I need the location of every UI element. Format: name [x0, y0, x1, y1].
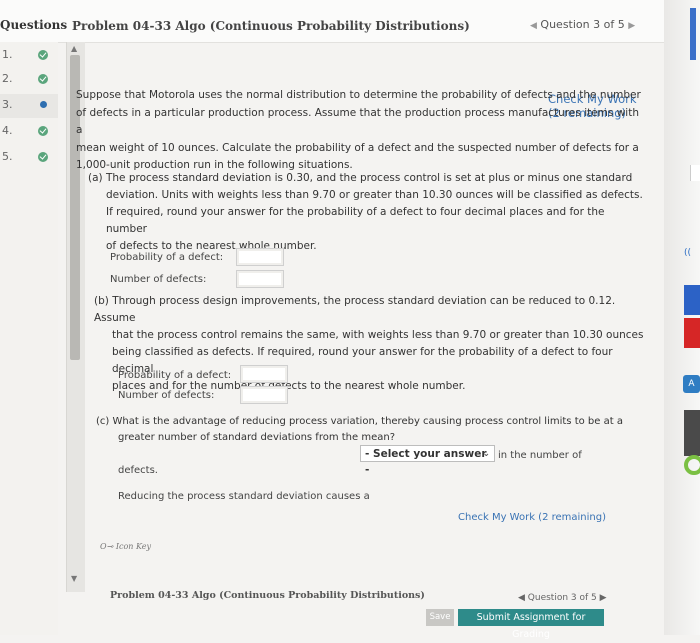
top-bar: Questions Problem 04-33 Algo (Continuous… [0, 0, 700, 43]
question-counter: Question 3 of 5 [540, 18, 625, 31]
part-b-prob-label: Probability of a defect: [118, 370, 232, 381]
icon-key-label: Icon Key [115, 542, 151, 551]
question-counter: Question 3 of 5 [527, 593, 597, 603]
complete-check-icon [38, 152, 48, 162]
part-a-defects-input[interactable] [236, 270, 284, 288]
variation-effect-select[interactable]: - Select your answer - ⌄ [360, 445, 495, 476]
part-b-line: that the process control remains the sam… [112, 329, 644, 341]
part-a-text: (a) The process standard deviation is 0.… [88, 170, 646, 255]
part-a-num-label: Number of defects: [110, 274, 207, 285]
part-c-sentence-end2: defects. [118, 465, 158, 476]
submit-assignment-button[interactable]: Submit Assignment for Grading [458, 609, 604, 640]
app-edge-icon: A [683, 375, 700, 393]
chevron-down-icon: ⌄ [482, 449, 490, 459]
current-dot-icon [40, 101, 47, 108]
question-number: 5. [2, 150, 13, 163]
questions-header: Questions [0, 18, 68, 32]
window-edge-icon [690, 165, 700, 181]
complete-check-icon [38, 74, 48, 84]
app-edge-icon [684, 318, 700, 348]
question-item-5[interactable]: 5. [0, 146, 58, 170]
app-edge-icon [684, 285, 700, 315]
next-question-icon[interactable]: ▶ [600, 593, 607, 603]
question-number: 1. [2, 48, 13, 61]
prev-question-icon[interactable]: ◀ [518, 593, 525, 603]
question-item-2[interactable]: 2. [0, 68, 58, 92]
part-c-line: (c) What is the advantage of reducing pr… [96, 416, 623, 427]
window-edge-icon [690, 8, 696, 60]
question-item-1[interactable]: 1. [0, 44, 58, 68]
scroll-down-icon[interactable]: ▼ [71, 574, 77, 583]
problem-title: Problem 04-33 Algo (Continuous Probabili… [72, 19, 470, 33]
scroll-up-icon[interactable]: ▲ [71, 44, 77, 53]
complete-check-icon [38, 50, 48, 60]
part-b-num-label: Number of defects: [118, 390, 215, 401]
part-c-text: (c) What is the advantage of reducing pr… [96, 414, 623, 446]
footer-problem-title: Problem 04-33 Algo (Continuous Probabili… [110, 590, 425, 601]
part-a-probability-input[interactable] [236, 248, 284, 266]
question-number: 3. [2, 98, 13, 111]
save-button[interactable]: Save [426, 609, 454, 626]
intro-line: Suppose that Motorola uses the normal di… [76, 89, 641, 101]
part-c-sentence-start: Reducing the process standard deviation … [118, 491, 370, 502]
desktop-edge: (( A [664, 0, 700, 635]
part-a-line: deviation. Units with weights less than … [106, 189, 643, 201]
question-nav-top[interactable]: ◀ Question 3 of 5 ▶ [530, 18, 635, 31]
part-c-line: greater number of standard deviations fr… [118, 432, 396, 443]
part-a-line: If required, round your answer for the p… [106, 206, 605, 235]
question-nav-bottom[interactable]: ◀ Question 3 of 5 ▶ [518, 593, 607, 603]
app-edge-icon [684, 455, 700, 475]
question-item-3[interactable]: 3. [0, 94, 58, 118]
part-b-probability-input[interactable] [240, 365, 288, 383]
part-a-prob-label: Probability of a defect: [110, 252, 224, 263]
part-b-line: (b) Through process design improvements,… [94, 295, 616, 324]
key-icon: O⊸ [100, 542, 114, 551]
icon-key-link[interactable]: O⊸ Icon Key [100, 542, 151, 551]
app-edge-icon: (( [684, 248, 692, 258]
part-b-defects-input[interactable] [240, 386, 288, 404]
problem-content: Check My Work (2 remaining) Suppose that… [76, 42, 646, 635]
intro-line: mean weight of 10 ounces. Calculate the … [76, 141, 639, 154]
question-list: 1. 2. 3. 4. 5. [0, 42, 58, 635]
prev-question-icon[interactable]: ◀ [530, 21, 537, 31]
intro-line: of defects in a particular production pr… [76, 106, 639, 137]
check-my-work-link-bottom[interactable]: Check My Work (2 remaining) [458, 512, 606, 523]
part-c-sentence-end: in the number of [498, 450, 582, 461]
question-number: 4. [2, 124, 13, 137]
intro-paragraph: Suppose that Motorola uses the normal di… [76, 87, 646, 175]
question-number: 2. [2, 72, 13, 85]
complete-check-icon [38, 126, 48, 136]
app-edge-icon [684, 410, 700, 456]
question-item-4[interactable]: 4. [0, 120, 58, 144]
next-question-icon[interactable]: ▶ [628, 21, 635, 31]
part-a-line: (a) The process standard deviation is 0.… [88, 172, 633, 184]
